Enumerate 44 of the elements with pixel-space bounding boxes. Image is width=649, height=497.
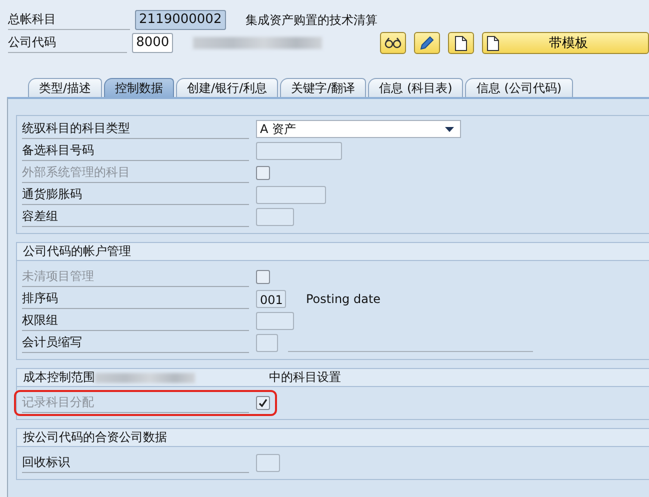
group-title: 中的科目设置	[269, 369, 341, 386]
account-description: 集成资产购置的技术清算	[246, 12, 378, 28]
field-label: 公司代码	[8, 33, 128, 53]
tab[interactable]: 信息 (公司代码)	[465, 78, 573, 97]
toolbar-button[interactable]	[448, 32, 474, 54]
field-label: 回收标识	[22, 453, 249, 473]
input-field[interactable]	[256, 312, 294, 330]
document-icon	[487, 36, 499, 50]
field-label: 外部系统管理的科目	[22, 163, 249, 183]
input-field[interactable]	[256, 186, 326, 204]
input-field[interactable]: 001	[256, 290, 286, 308]
glasses-icon	[384, 37, 402, 49]
tab[interactable]: 关键字/翻译	[280, 78, 366, 97]
group-title: 公司代码的帐户管理	[23, 243, 131, 260]
group-title: 成本控制范围	[23, 369, 95, 386]
tab[interactable]: 信息 (科目表)	[368, 78, 464, 97]
input-field[interactable]	[256, 454, 280, 472]
toolbar-button[interactable]	[414, 32, 440, 54]
input-field[interactable]	[256, 334, 278, 352]
company-code-field[interactable]: 8000	[132, 33, 174, 53]
field-label: 统驭科目的科目类型	[22, 119, 249, 139]
field-label: 容差组	[22, 207, 249, 227]
account-type-dropdown[interactable]: A 资产	[256, 120, 461, 138]
toolbar-button[interactable]	[380, 32, 406, 54]
field-label: 排序码	[22, 289, 249, 309]
field-label: 通货膨胀码	[22, 185, 249, 205]
pencil-icon	[419, 35, 435, 51]
tab[interactable]: 类型/描述	[28, 78, 102, 97]
field-label: 记录科目分配	[22, 393, 249, 413]
document-icon	[455, 36, 467, 50]
field-label: 未清项目管理	[22, 267, 249, 287]
group-title: 按公司代码的合资公司数据	[23, 429, 167, 446]
field-label: 会计员缩写	[22, 333, 249, 353]
field-label: 备选科目号码	[22, 141, 249, 161]
input-field[interactable]	[256, 142, 342, 160]
field-label: 总帐科目	[8, 10, 130, 30]
template-button[interactable]: 带模板	[482, 32, 649, 54]
dropdown-arrow-icon	[445, 126, 454, 132]
field-description: Posting date	[306, 292, 381, 306]
field-label: 权限组	[22, 311, 249, 331]
account-number-field[interactable]: 2119000002	[135, 10, 226, 30]
tab[interactable]: 控制数据	[104, 78, 174, 97]
input-field[interactable]	[256, 208, 294, 226]
tab[interactable]: 创建/银行/利息	[176, 78, 278, 97]
